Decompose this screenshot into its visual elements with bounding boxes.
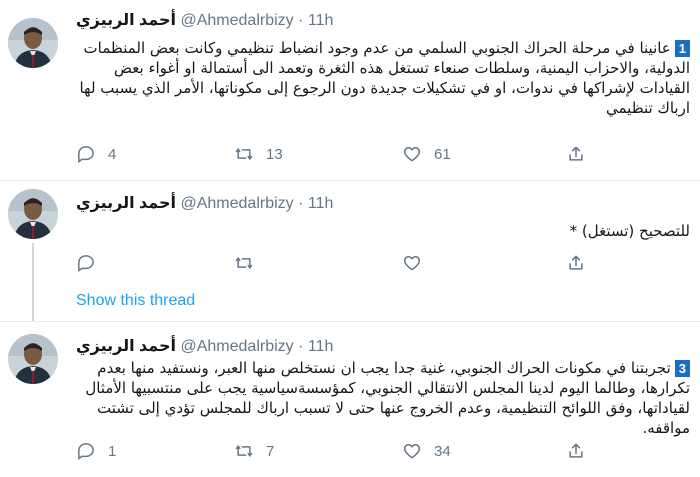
like-button[interactable]: [402, 251, 434, 275]
tweet-3[interactable]: أحمد الربيزي @Ahmedalrbizy · 11h 3تجربتن…: [0, 322, 700, 477]
share-button[interactable]: [566, 439, 586, 463]
reply-button[interactable]: [76, 251, 108, 275]
retweet-button[interactable]: 13: [234, 142, 283, 166]
timestamp[interactable]: 11h: [308, 12, 334, 29]
user-handle[interactable]: @Ahmedalrbizy: [180, 195, 293, 212]
avatar-photo: [8, 334, 58, 384]
thread-number-badge: 3: [674, 360, 690, 377]
retweet-icon: [235, 445, 253, 457]
tweet-text-content: تجربتنا في مكونات الحراك الجنوبي، غنية ج…: [85, 359, 690, 437]
retweet-count: 7: [266, 442, 275, 460]
reply-button[interactable]: 1: [76, 439, 116, 463]
tweet-text: للتصحيح (تستغل) *: [76, 221, 690, 241]
share-icon: [569, 255, 583, 270]
display-name[interactable]: أحمد الربيزي: [76, 338, 176, 355]
separator-dot: ·: [298, 195, 304, 212]
share-icon: [569, 146, 583, 161]
avatar-photo: [8, 189, 58, 239]
tweet-text: 3تجربتنا في مكونات الحراك الجنوبي، غنية …: [76, 358, 690, 438]
user-handle[interactable]: @Ahmedalrbizy: [180, 338, 293, 355]
retweet-button[interactable]: 7: [234, 439, 274, 463]
reply-count: 4: [108, 145, 117, 163]
tweet-text-content: عانينا في مرحلة الحراك الجنوبي السلمي من…: [79, 39, 690, 117]
reply-icon: [77, 146, 94, 163]
heart-icon: [403, 444, 421, 459]
reply-icon: [77, 443, 94, 460]
user-handle[interactable]: @Ahmedalrbizy: [180, 12, 293, 29]
retweet-icon: [235, 257, 253, 269]
like-button[interactable]: 34: [402, 439, 451, 463]
retweet-count: 13: [266, 145, 283, 163]
reply-button[interactable]: 4: [76, 142, 116, 166]
tweet-text-content: للتصحيح (تستغل) *: [569, 222, 690, 240]
avatar-photo: [8, 18, 58, 68]
thread-number-badge: 1: [674, 40, 690, 57]
like-button[interactable]: 61: [402, 142, 451, 166]
tweet-actions: 4 13 61: [76, 142, 636, 166]
tweet-header: أحمد الربيزي @Ahmedalrbizy · 11h: [76, 10, 333, 30]
display-name[interactable]: أحمد الربيزي: [76, 195, 176, 212]
show-thread-link[interactable]: Show this thread: [76, 292, 195, 310]
retweet-button[interactable]: [234, 251, 266, 275]
thread-line: [32, 243, 34, 321]
reply-icon: [77, 255, 94, 272]
timestamp[interactable]: 11h: [308, 195, 334, 212]
avatar[interactable]: [8, 189, 58, 239]
share-icon: [569, 443, 583, 458]
display-name[interactable]: أحمد الربيزي: [76, 12, 176, 29]
heart-icon: [403, 256, 421, 271]
separator-dot: ·: [298, 338, 304, 355]
avatar[interactable]: [8, 334, 58, 384]
separator-dot: ·: [298, 12, 304, 29]
like-count: 61: [434, 145, 451, 163]
like-count: 34: [434, 442, 451, 460]
tweet-1[interactable]: أحمد الربيزي @Ahmedalrbizy · 11h 1عانينا…: [0, 0, 700, 181]
tweet-header: أحمد الربيزي @Ahmedalrbizy · 11h: [76, 336, 333, 356]
avatar[interactable]: [8, 18, 58, 68]
tweet-2[interactable]: أحمد الربيزي @Ahmedalrbizy · 11h للتصحيح…: [0, 181, 700, 322]
reply-count: 1: [108, 442, 117, 460]
tweet-text: 1عانينا في مرحلة الحراك الجنوبي السلمي م…: [76, 38, 690, 118]
retweet-icon: [235, 148, 253, 160]
tweet-actions: 1 7 34: [76, 439, 636, 463]
tweet-header: أحمد الربيزي @Ahmedalrbizy · 11h: [76, 193, 333, 213]
timestamp[interactable]: 11h: [308, 338, 334, 355]
share-button[interactable]: [566, 142, 586, 166]
share-button[interactable]: [566, 251, 586, 275]
heart-icon: [403, 147, 421, 162]
tweet-actions: [76, 251, 636, 275]
